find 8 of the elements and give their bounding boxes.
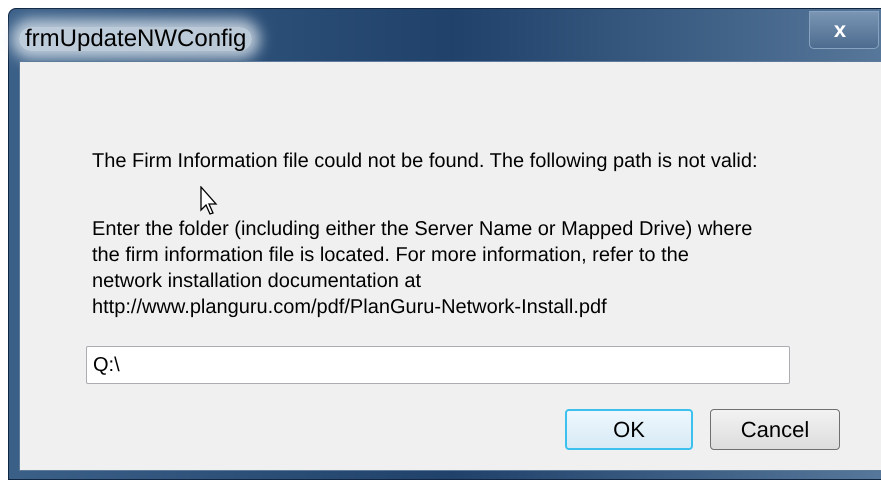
dialog-button[interactable]: Cancel [710,409,840,450]
mouse-pointer-icon [200,186,220,215]
close-button[interactable]: x [809,11,879,49]
path-input-field[interactable]: Q:\ [86,346,790,384]
error-message: The Firm Information file could not be found. The following path is not valid: [92,149,758,174]
window-title: frmUpdateNWConfig [19,27,252,51]
dialog-button[interactable]: OK [565,409,693,450]
instructions-text: Enter the folder (including either the Server Name or Mapped Drive) where the firm information file is located. For more information, refer to the network installation documentation at http://www.planguru.com/pdf/PlanGuru-Network-Install.pdf [92,217,754,320]
